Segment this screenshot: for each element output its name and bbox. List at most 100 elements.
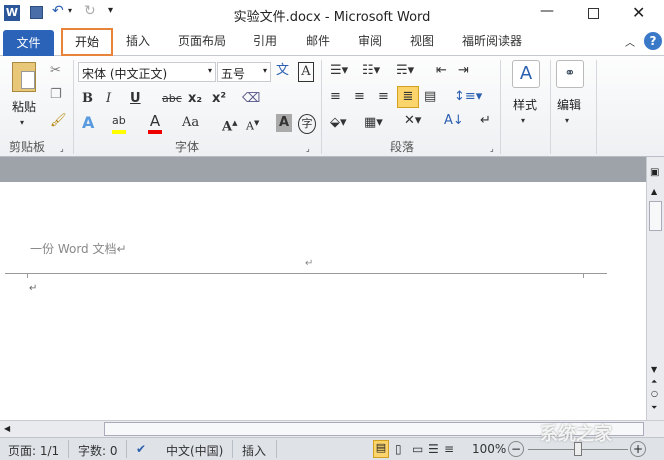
font-color-icon[interactable]: A [148, 112, 162, 134]
help-icon[interactable]: ? [644, 32, 662, 50]
scroll-down-icon[interactable]: ▼ [651, 365, 657, 374]
scroll-up-icon[interactable]: ▲ [651, 187, 657, 196]
ruler-toggle-icon[interactable]: ▣ [650, 167, 659, 178]
font-size-combo[interactable]: 五号 ▾ [217, 62, 271, 82]
header-divider [5, 273, 607, 274]
numbering-icon[interactable]: ☷▾ [362, 62, 380, 80]
change-case-icon[interactable]: Aa [182, 114, 199, 132]
tab-review[interactable]: 审阅 [358, 32, 382, 49]
tab-view[interactable]: 视图 [410, 32, 434, 49]
character-border-icon[interactable]: A [298, 62, 314, 82]
ribbon-tabs: 文件 开始 插入 页面布局 引用 邮件 审阅 视图 福昕阅读器 ︿ ? [0, 28, 664, 56]
strikethrough-icon[interactable]: abc [162, 90, 182, 108]
paste-icon[interactable] [12, 62, 36, 92]
paragraph-launcher-icon[interactable]: ⌟ [490, 140, 494, 158]
tab-foxit-reader[interactable]: 福昕阅读器 [462, 32, 522, 49]
clipboard-launcher-icon[interactable]: ⌟ [60, 140, 64, 158]
italic-icon[interactable]: I [106, 90, 111, 108]
grow-font-icon[interactable]: A▲ [222, 114, 237, 136]
minimize-button[interactable]: — [540, 3, 554, 19]
paragraph-group-label: 段落 [390, 140, 415, 154]
tab-mailings[interactable]: 邮件 [306, 32, 330, 49]
bullets-icon[interactable]: ☰▾ [330, 62, 348, 80]
status-bar: 页面: 1/1 字数: 0 ✔ 中文(中国) 插入 ▤ ▯ ▭ ☰ ≡ 100%… [0, 424, 664, 460]
increase-indent-icon[interactable]: ⇥ [458, 62, 469, 80]
header-margin-mark [583, 273, 584, 278]
chinese-layout-icon[interactable]: ✕▾ [404, 112, 421, 130]
previous-page-icon[interactable]: ⏶ [651, 377, 657, 387]
tab-page-layout[interactable]: 页面布局 [178, 32, 226, 49]
multilevel-list-icon[interactable]: ☴▾ [396, 62, 414, 80]
decrease-indent-icon[interactable]: ⇤ [436, 62, 447, 80]
font-launcher-icon[interactable]: ⌟ [306, 140, 310, 158]
font-name-combo[interactable]: 宋体 (中文正文) ▾ [78, 62, 216, 82]
word-count[interactable]: 字数: 0 [78, 442, 118, 459]
zoom-out-icon[interactable]: − [508, 441, 524, 457]
zoom-level[interactable]: 100% [472, 442, 506, 456]
close-button[interactable]: ✕ [632, 3, 645, 22]
editing-button[interactable]: ⚭ 编辑 ▾ [553, 60, 591, 134]
tab-references[interactable]: 引用 [253, 32, 277, 49]
highlight-icon[interactable]: ab [112, 112, 126, 134]
copy-icon[interactable]: ❐ [50, 86, 62, 104]
tab-file[interactable]: 文件 [3, 30, 54, 56]
print-layout-icon[interactable]: ▤ [373, 440, 389, 458]
paste-button[interactable]: 粘贴 [12, 98, 36, 115]
proofing-icon[interactable]: ✔ [136, 442, 146, 456]
character-shading-icon[interactable]: A [276, 114, 292, 132]
document-page[interactable]: 一份 Word 文档↵ ↵ ↵ [5, 182, 646, 420]
sort-icon[interactable]: A↓ [444, 112, 464, 130]
maximize-button[interactable] [588, 8, 599, 19]
styles-icon: A [512, 60, 540, 88]
zoom-in-icon[interactable]: + [630, 441, 646, 457]
draft-icon[interactable]: ≡ [444, 442, 454, 456]
window-title: 实验文件.docx - Microsoft Word [233, 10, 431, 25]
chevron-down-icon: ▾ [262, 66, 267, 75]
justify-icon[interactable]: ≣ [397, 86, 419, 108]
full-screen-reading-icon[interactable]: ▯ [395, 442, 402, 456]
scroll-left-icon[interactable]: ◀ [4, 424, 10, 433]
shrink-font-icon[interactable]: A▼ [246, 114, 259, 136]
paste-dropdown-icon[interactable]: ▾ [20, 114, 24, 132]
align-left-icon[interactable]: ≡ [330, 88, 341, 106]
format-painter-icon[interactable]: 🖌 [50, 112, 67, 130]
insert-mode[interactable]: 插入 [242, 442, 266, 459]
distributed-icon[interactable]: ▤ [424, 88, 436, 106]
collapse-ribbon-icon[interactable]: ︿ [625, 34, 635, 49]
header-text: 一份 Word 文档↵ [30, 240, 127, 257]
cut-icon[interactable]: ✂ [50, 62, 61, 80]
borders-icon[interactable]: ▦▾ [364, 114, 383, 132]
align-center-icon[interactable]: ≡ [354, 88, 365, 106]
show-marks-icon[interactable]: ↵ [480, 112, 491, 130]
page-count[interactable]: 页面: 1/1 [8, 442, 59, 459]
tab-insert[interactable]: 插入 [126, 32, 150, 49]
styles-button[interactable]: A 样式 ▾ [507, 60, 545, 134]
web-layout-icon[interactable]: ▭ [412, 442, 423, 456]
next-page-icon[interactable]: ⏷ [651, 403, 657, 413]
line-spacing-icon[interactable]: ↕≡▾ [454, 88, 482, 106]
editing-label: 编辑 [557, 98, 582, 112]
text-effects-icon[interactable]: A [82, 114, 94, 132]
browse-object-icon[interactable]: ○ [651, 389, 658, 398]
outline-icon[interactable]: ☰ [428, 442, 439, 456]
phonetic-guide-icon[interactable]: 文 [276, 62, 289, 80]
paragraph-mark: ↵ [305, 258, 314, 269]
shading-icon[interactable]: ⬙▾ [330, 114, 347, 132]
language[interactable]: 中文(中国) [166, 442, 223, 459]
scroll-thumb[interactable] [649, 201, 662, 231]
document-text: 一份 Word 文档 [30, 242, 117, 256]
enclose-characters-icon[interactable]: 字 [298, 114, 316, 134]
bold-icon[interactable]: B [82, 90, 93, 108]
watermark-logo: 系统之家 [540, 424, 612, 445]
font-size-value: 五号 [221, 67, 246, 81]
paragraph-mark: ↵ [29, 283, 38, 294]
clear-formatting-icon[interactable]: ⌫ [242, 90, 260, 108]
subscript-icon[interactable]: x₂ [188, 90, 202, 108]
ruler-area [0, 157, 664, 182]
find-binoculars-icon: ⚭ [556, 60, 584, 88]
superscript-icon[interactable]: x² [212, 90, 226, 108]
vertical-scrollbar[interactable]: ▣ ▲ ▼ ⏶ ○ ⏷ [646, 157, 664, 420]
align-right-icon[interactable]: ≡ [378, 88, 389, 106]
underline-icon[interactable]: U [130, 90, 141, 108]
tab-home[interactable]: 开始 [61, 28, 113, 56]
